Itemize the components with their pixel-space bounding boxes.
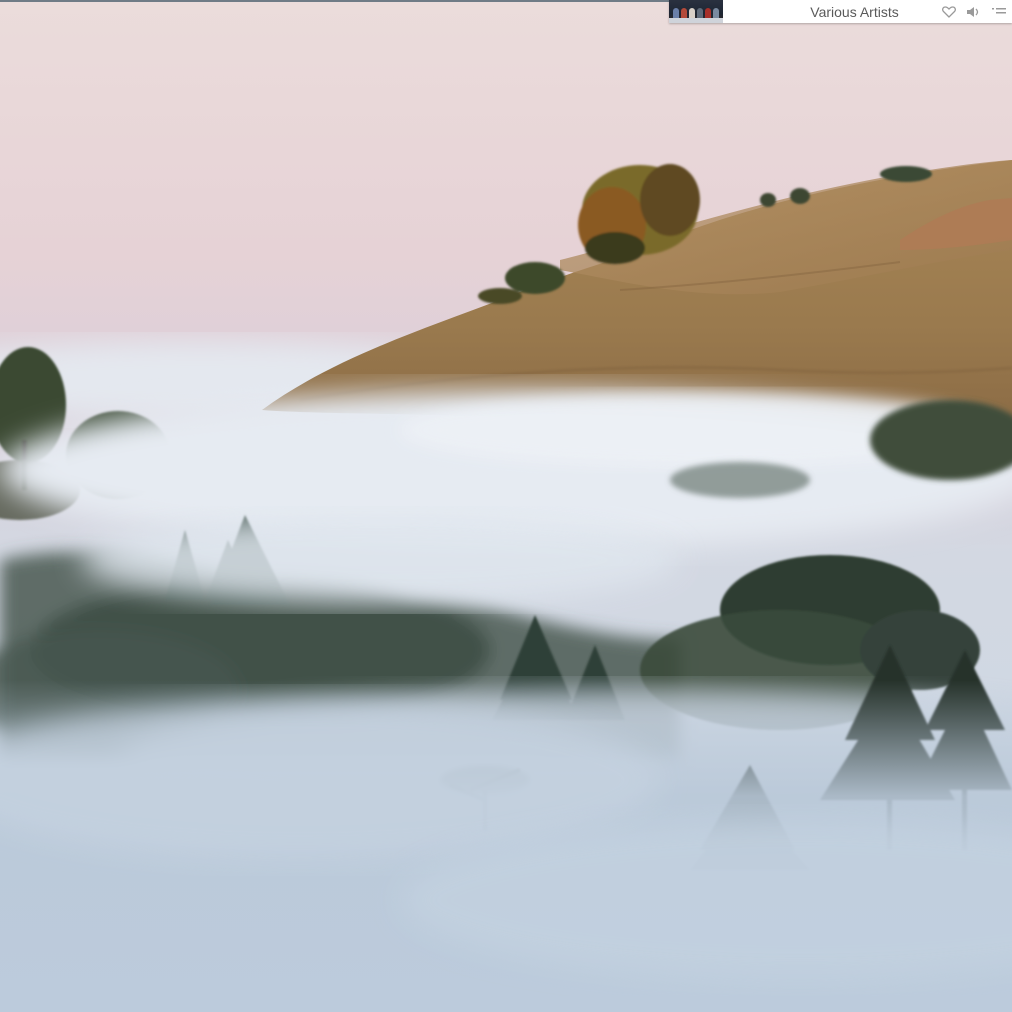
volume-icon[interactable] <box>966 6 982 18</box>
landscape-photo-icon <box>0 0 1012 1012</box>
mini-player[interactable]: Various Artists <box>669 0 1012 23</box>
queue-icon[interactable] <box>992 7 1006 17</box>
desktop-wallpaper <box>0 0 1012 1012</box>
album-art-icon[interactable] <box>669 0 723 23</box>
heart-icon[interactable] <box>942 5 956 18</box>
artist-name[interactable]: Various Artists <box>723 4 942 20</box>
